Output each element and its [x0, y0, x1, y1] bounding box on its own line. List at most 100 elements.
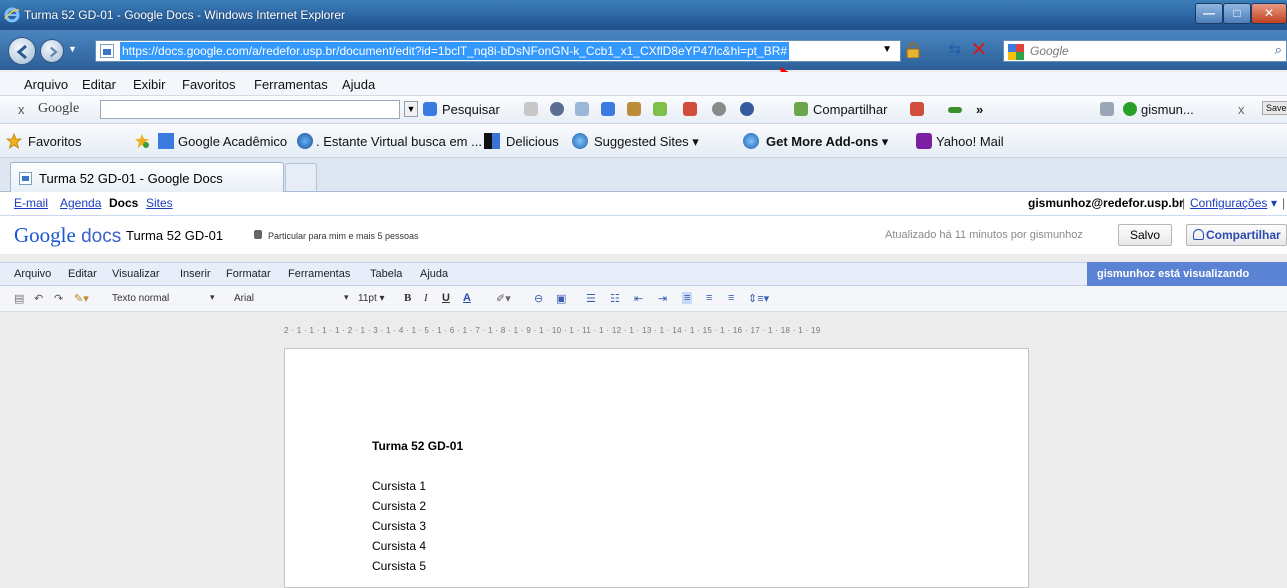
magnifier-icon[interactable]: ⌕ [1275, 42, 1282, 58]
docs-menu-editar[interactable]: Editar [68, 268, 97, 280]
bookmark-icon[interactable] [575, 102, 589, 116]
gmail-icon[interactable] [683, 102, 697, 116]
image-icon[interactable]: ▣ [556, 292, 566, 305]
tab-google-docs[interactable]: Turma 52 GD-01 - Google Docs [10, 162, 284, 192]
pagerank-icon[interactable] [948, 107, 962, 113]
minimize-button[interactable]: — [1195, 3, 1223, 24]
stop-icon[interactable]: ✕ [968, 40, 990, 62]
history-dropdown-icon[interactable]: ▼ [68, 44, 77, 54]
document-line[interactable]: Cursista 5 [372, 559, 426, 573]
url-text[interactable]: https://docs.google.com/a/redefor.usp.br… [120, 42, 790, 60]
document-line[interactable]: Cursista 3 [372, 519, 426, 533]
underline-button[interactable]: U [442, 292, 450, 304]
link-email[interactable]: E-mail [14, 196, 48, 210]
home-icon[interactable] [627, 102, 641, 116]
close-window-button[interactable]: ✕ [1251, 3, 1287, 24]
menu-exibir[interactable]: Exibir [133, 77, 166, 92]
link-docs[interactable]: Docs [109, 196, 138, 210]
refresh-icon[interactable]: ⇆ [944, 40, 966, 62]
save-toolbar-button[interactable]: Save [1262, 101, 1287, 115]
menu-ajuda[interactable]: Ajuda [342, 77, 375, 92]
youtube-icon[interactable] [524, 102, 538, 116]
fav-delicious[interactable]: Delicious [506, 134, 559, 149]
address-bar[interactable]: https://docs.google.com/a/redefor.usp.br… [95, 40, 901, 62]
highlight-icon[interactable]: ✐▾ [496, 292, 511, 305]
menu-arquivo[interactable]: Arquivo [24, 77, 68, 92]
puzzle-icon[interactable] [653, 102, 667, 116]
italic-button[interactable]: I [424, 292, 428, 304]
size-select[interactable]: 11pt ▾ [356, 291, 387, 308]
favorites-button[interactable]: Favoritos [28, 134, 81, 149]
account-menu[interactable]: gismun... [1141, 102, 1194, 117]
google-toolbar-search-input[interactable] [100, 100, 400, 119]
bold-button[interactable]: B [404, 292, 411, 304]
font-select[interactable]: Arial [232, 291, 344, 308]
settings-dropdown-icon[interactable]: ▾ [1271, 196, 1277, 210]
toolbar-share-button[interactable]: Compartilhar [813, 102, 887, 117]
add-favorite-icon[interactable] [134, 133, 150, 149]
document-line[interactable]: Cursista 2 [372, 499, 426, 513]
bullet-list-icon[interactable]: ☷ [610, 292, 620, 305]
docs-menu-visualizar[interactable]: Visualizar [112, 268, 160, 280]
wrench-icon[interactable] [1100, 102, 1114, 116]
search-box[interactable]: Google ⌕ [1003, 40, 1287, 62]
align-right-icon[interactable]: ≡ [728, 292, 734, 304]
close-bar-icon[interactable]: x [1238, 102, 1245, 117]
google-docs-logo[interactable]: Google docs [14, 223, 121, 248]
numbered-list-icon[interactable]: ☰ [586, 292, 596, 305]
sharing-status[interactable]: Particular para mim e mais 5 pessoas [268, 231, 419, 241]
fav-estante-virtual[interactable]: . Estante Virtual busca em ... [316, 134, 482, 149]
docs-menu-tabela[interactable]: Tabela [370, 268, 402, 280]
share-button[interactable]: Compartilhar [1186, 224, 1287, 246]
menu-ferramentas[interactable]: Ferramentas [254, 77, 328, 92]
lock-icon[interactable] [906, 42, 920, 58]
document-heading[interactable]: Turma 52 GD-01 [372, 439, 463, 453]
link-sites[interactable]: Sites [146, 196, 173, 210]
link-configuracoes[interactable]: Configurações [1190, 196, 1267, 210]
align-center-icon[interactable]: ≡ [706, 292, 712, 304]
document-title[interactable]: Turma 52 GD-01 [126, 228, 223, 243]
menu-editar[interactable]: Editar [82, 77, 116, 92]
print-icon[interactable]: ▤ [14, 292, 24, 305]
maximize-button[interactable]: □ [1223, 3, 1251, 24]
style-select[interactable]: Texto normal [110, 291, 208, 308]
fav-suggested-sites[interactable]: Suggested Sites ▾ [594, 134, 699, 150]
forward-button[interactable] [40, 39, 64, 63]
chrome-icon[interactable] [550, 102, 564, 116]
fav-get-more-addons[interactable]: Get More Add-ons ▾ [766, 134, 888, 150]
line-spacing-icon[interactable]: ⇕≡▾ [748, 292, 769, 305]
translate-icon[interactable] [712, 102, 726, 116]
docs-menu-inserir[interactable]: Inserir [180, 268, 211, 280]
increase-indent-icon[interactable]: ⇥ [658, 292, 667, 305]
text-color-button[interactable]: A [463, 292, 471, 304]
redo-icon[interactable]: ↷ [54, 292, 63, 305]
docs-menu-ferramentas[interactable]: Ferramentas [288, 268, 350, 280]
google-search-button[interactable]: Pesquisar [442, 102, 500, 117]
new-tab-button[interactable] [285, 163, 317, 191]
globe-icon[interactable] [740, 102, 754, 116]
link-icon[interactable]: ⊖ [534, 292, 543, 305]
decrease-indent-icon[interactable]: ⇤ [634, 292, 643, 305]
ruler[interactable]: 2 · 1 · 1 · 1 · 1 · 2 · 1 · 3 · 1 · 4 · … [284, 326, 1030, 338]
paint-format-icon[interactable]: ✎▾ [74, 292, 89, 305]
google-icon[interactable] [601, 102, 615, 116]
docs-menu-ajuda[interactable]: Ajuda [420, 268, 448, 280]
document-line[interactable]: Cursista 4 [372, 539, 426, 553]
link-agenda[interactable]: Agenda [60, 196, 101, 210]
save-button[interactable]: Salvo [1118, 224, 1172, 246]
window-titlebar[interactable]: Turma 52 GD-01 - Google Docs - Windows I… [0, 0, 1287, 30]
share-icon[interactable] [794, 102, 808, 116]
back-button[interactable] [8, 37, 36, 65]
undo-icon[interactable]: ↶ [34, 292, 43, 305]
fav-yahoo-mail[interactable]: Yahoo! Mail [936, 134, 1004, 149]
font-dropdown-icon[interactable]: ▾ [344, 292, 349, 303]
align-left-icon[interactable]: ≡ [682, 292, 693, 304]
more-tools-icon[interactable]: » [976, 102, 983, 117]
fav-google-academico[interactable]: Google Acadêmico [178, 134, 287, 149]
address-dropdown-icon[interactable]: ▼ [882, 44, 892, 55]
docs-menu-formatar[interactable]: Formatar [226, 268, 271, 280]
document-line[interactable]: Cursista 1 [372, 479, 426, 493]
style-dropdown-icon[interactable]: ▾ [210, 292, 215, 303]
google-search-dropdown-icon[interactable]: ▼ [404, 101, 418, 117]
document-page[interactable]: Turma 52 GD-01 Cursista 1 Cursista 2 Cur… [284, 348, 1029, 588]
